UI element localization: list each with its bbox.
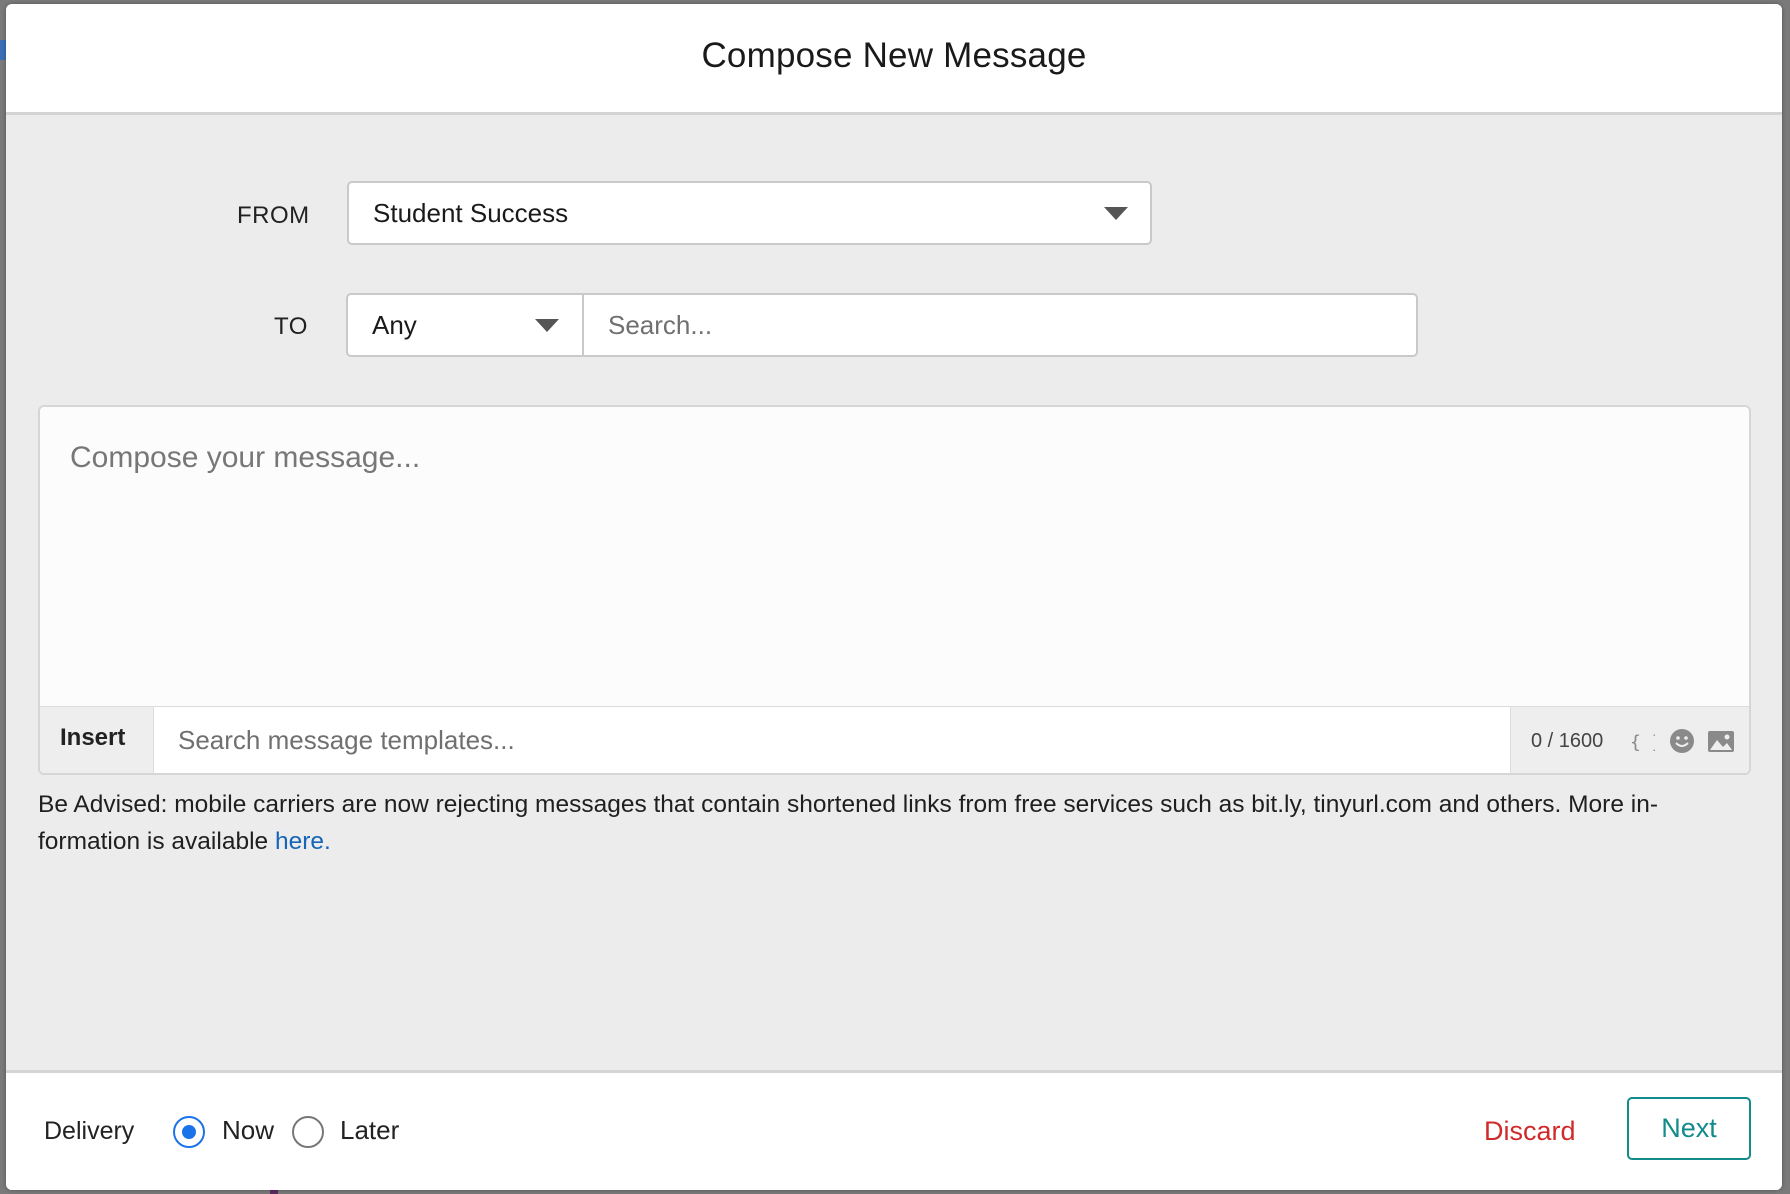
to-filter-value: Any [372, 309, 417, 340]
advisory-notice: Be Advised: mobile carriers are now reje… [38, 786, 1758, 860]
emoji-icon[interactable] [1669, 728, 1695, 754]
delivery-later-label[interactable]: Later [340, 1115, 399, 1146]
template-search-input[interactable]: Search message templates... [153, 707, 1511, 773]
from-select[interactable]: Student Success [347, 181, 1152, 245]
message-compose-area[interactable]: Compose your message... Insert Search me… [38, 405, 1751, 775]
next-button[interactable]: Next [1627, 1097, 1751, 1160]
svg-text:{ }: { } [1630, 732, 1655, 753]
delivery-later-radio[interactable] [292, 1116, 324, 1148]
chevron-down-icon [1104, 207, 1128, 220]
image-icon[interactable] [1707, 728, 1735, 754]
recipient-search-input[interactable]: Search... [583, 293, 1418, 357]
to-filter-select[interactable]: Any [346, 293, 584, 357]
recipient-search-placeholder: Search... [608, 309, 713, 340]
compose-placeholder: Compose your message... [70, 441, 421, 474]
delivery-label: Delivery [44, 1117, 135, 1145]
delivery-now-radio[interactable] [173, 1116, 205, 1148]
modal-footer: Delivery Now Later Discard Next [6, 1070, 1782, 1190]
template-search-placeholder: Search message templates... [178, 725, 515, 755]
chevron-down-icon [535, 319, 559, 332]
discard-button[interactable]: Discard [1484, 1116, 1576, 1147]
more-info-link[interactable]: here. [275, 828, 331, 855]
from-select-value: Student Success [373, 197, 569, 228]
curly-braces-icon[interactable]: { } [1629, 728, 1655, 754]
modal-title: Compose New Message [701, 36, 1087, 75]
insert-label: Insert [60, 724, 126, 751]
from-label: FROM [237, 202, 310, 229]
insert-toolbar: Insert Search message templates... 0 / 1… [40, 706, 1749, 773]
delivery-now-label[interactable]: Now [222, 1115, 274, 1146]
compose-modal: Compose New Message FROM Student Success… [6, 4, 1782, 1190]
character-counter: 0 / 1600 [1531, 730, 1604, 752]
modal-header: Compose New Message [6, 4, 1782, 115]
to-label: TO [274, 313, 308, 340]
